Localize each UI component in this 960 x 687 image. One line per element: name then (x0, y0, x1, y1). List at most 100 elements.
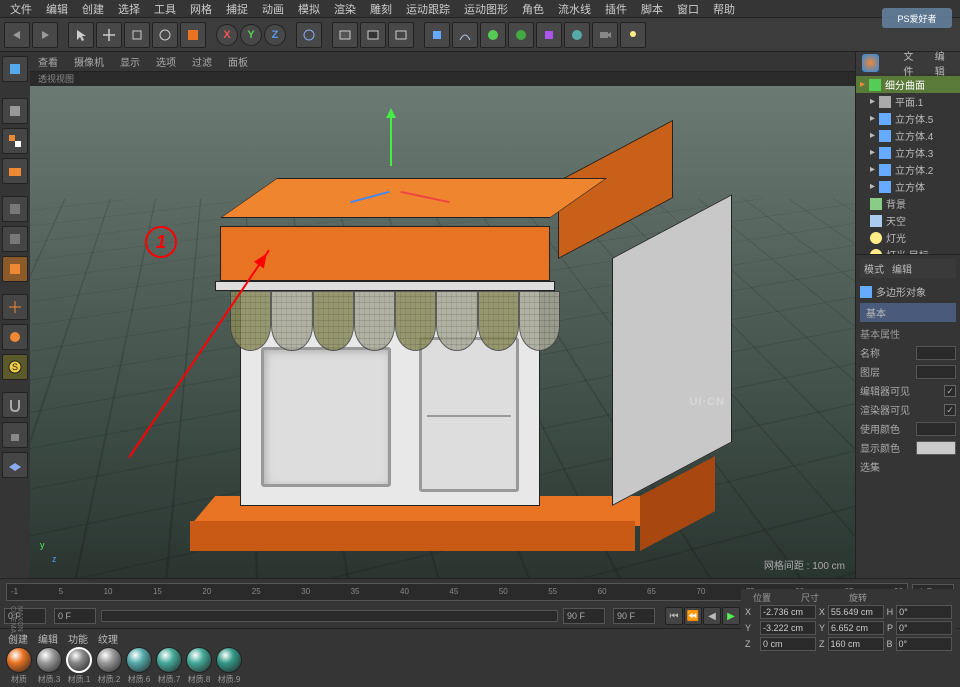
prev-frame-button[interactable]: ◀ (703, 607, 721, 625)
prop-usecolor-field[interactable] (916, 422, 956, 436)
menu-plugins[interactable]: 插件 (605, 1, 627, 17)
material-item[interactable]: 材质.3 (36, 647, 62, 685)
axis-x-toggle[interactable]: X (216, 24, 238, 46)
scale-tool[interactable] (124, 22, 150, 48)
vp-view[interactable]: 查看 (38, 54, 58, 69)
timeline-end-field[interactable]: 90 F (563, 608, 605, 624)
prop-layer-field[interactable] (916, 365, 956, 379)
menu-track[interactable]: 运动跟踪 (406, 1, 450, 17)
tweak-button[interactable] (2, 324, 28, 350)
menu-pipeline[interactable]: 流水线 (558, 1, 591, 17)
material-item[interactable]: 材质.6 (126, 647, 152, 685)
generator-button[interactable] (480, 22, 506, 48)
menu-file[interactable]: 文件 (10, 1, 32, 17)
render-view[interactable] (332, 22, 358, 48)
prop-name-field[interactable] (916, 346, 956, 360)
coord-z-size[interactable]: 160 cm (828, 637, 884, 651)
mat-tab-edit[interactable]: 编辑 (38, 631, 58, 643)
menu-sculpt[interactable]: 雕刻 (370, 1, 392, 17)
menu-script[interactable]: 脚本 (641, 1, 663, 17)
edge-mode[interactable] (2, 226, 28, 252)
material-item[interactable]: 材质.2 (96, 647, 122, 685)
coord-z-pos[interactable]: 0 cm (760, 637, 816, 651)
prop-editvis-check[interactable] (944, 385, 956, 397)
timeline-slider[interactable] (101, 610, 558, 622)
props-tab-edit[interactable]: 编辑 (892, 261, 912, 276)
magnet-button[interactable] (2, 392, 28, 418)
polygon-mode[interactable] (2, 256, 28, 282)
viewport-3d[interactable]: 1 yz 网格间距 : 100 cm UI·CN (30, 86, 855, 578)
props-tab-mode[interactable]: 模式 (864, 261, 884, 276)
menu-character[interactable]: 角色 (522, 1, 544, 17)
xyz-icon[interactable] (862, 54, 879, 72)
hierarchy-item[interactable]: ▸立方体 (856, 178, 960, 195)
menu-help[interactable]: 帮助 (713, 1, 735, 17)
mat-tab-function[interactable]: 功能 (68, 631, 88, 643)
hierarchy-item[interactable]: 背景 (856, 195, 960, 212)
play-button[interactable]: ▶ (722, 607, 740, 625)
snap-button[interactable]: S (2, 354, 28, 380)
material-item[interactable]: 材质.1 (66, 647, 92, 685)
coord-x-pos[interactable]: -2.736 cm (760, 605, 816, 619)
vp-display[interactable]: 显示 (120, 54, 140, 69)
vp-camera[interactable]: 摄像机 (74, 54, 104, 69)
material-item[interactable]: 材质.9 (216, 647, 242, 685)
timeline-current-field[interactable]: 0 F (54, 608, 96, 624)
light-button[interactable] (620, 22, 646, 48)
menu-create[interactable]: 创建 (82, 1, 104, 17)
deformer-button[interactable] (536, 22, 562, 48)
lastused-tool[interactable] (180, 22, 206, 48)
editable-button[interactable] (2, 56, 28, 82)
menu-tools[interactable]: 工具 (154, 1, 176, 17)
redo-button[interactable] (32, 22, 58, 48)
workplane-button[interactable] (2, 452, 28, 478)
vp-options[interactable]: 选项 (156, 54, 176, 69)
hierarchy-item[interactable]: ▸立方体.4 (856, 127, 960, 144)
object-hierarchy[interactable]: ▸细分曲面 ▸平面.1 ▸立方体.5 ▸立方体.4 ▸立方体.3 ▸立方体.2 … (856, 74, 960, 254)
vp-panel[interactable]: 面板 (228, 54, 248, 69)
menu-render[interactable]: 渲染 (334, 1, 356, 17)
hierarchy-item[interactable]: 灯光.目标 (856, 246, 960, 254)
axis-y-toggle[interactable]: Y (240, 24, 262, 46)
coord-p-rot[interactable]: 0° (896, 621, 952, 635)
coord-b-rot[interactable]: 0° (896, 637, 952, 651)
hierarchy-item[interactable]: ▸立方体.3 (856, 144, 960, 161)
menu-snap[interactable]: 捕捉 (226, 1, 248, 17)
prop-dispcolor-field[interactable] (916, 441, 956, 455)
spline-tool[interactable] (452, 22, 478, 48)
menu-mograph[interactable]: 运动图形 (464, 1, 508, 17)
hierarchy-item[interactable]: 天空 (856, 212, 960, 229)
model-mode[interactable] (2, 98, 28, 124)
hierarchy-item[interactable]: ▸细分曲面 (856, 76, 960, 93)
hierarchy-item[interactable]: ▸立方体.5 (856, 110, 960, 127)
coord-y-size[interactable]: 6.652 cm (828, 621, 884, 635)
menu-edit[interactable]: 编辑 (46, 1, 68, 17)
hierarchy-item[interactable]: 灯光 (856, 229, 960, 246)
move-tool[interactable] (96, 22, 122, 48)
workplane-mode[interactable] (2, 158, 28, 184)
material-item[interactable]: 材质.7 (156, 647, 182, 685)
props-tab-basic[interactable]: 基本 (860, 303, 956, 322)
coord-y-pos[interactable]: -3.222 cm (760, 621, 816, 635)
texture-mode[interactable] (2, 128, 28, 154)
generator2-button[interactable] (508, 22, 534, 48)
prev-key-button[interactable]: ⏪ (684, 607, 702, 625)
menu-window[interactable]: 窗口 (677, 1, 699, 17)
hierarchy-item[interactable]: ▸立方体.2 (856, 161, 960, 178)
vp-filter[interactable]: 过滤 (192, 54, 212, 69)
goto-start-button[interactable]: ⏮ (665, 607, 683, 625)
timeline-end2-field[interactable]: 90 F (613, 608, 655, 624)
render-settings[interactable] (388, 22, 414, 48)
axis-z-toggle[interactable]: Z (264, 24, 286, 46)
menu-select[interactable]: 选择 (118, 1, 140, 17)
render-region[interactable] (360, 22, 386, 48)
hierarchy-item[interactable]: ▸平面.1 (856, 93, 960, 110)
material-item[interactable]: 材质.8 (186, 647, 212, 685)
primitive-cube[interactable] (424, 22, 450, 48)
environment-button[interactable] (564, 22, 590, 48)
mat-tab-texture[interactable]: 纹理 (98, 631, 118, 643)
menu-animate[interactable]: 动画 (262, 1, 284, 17)
coord-x-size[interactable]: 55.649 cm (828, 605, 884, 619)
coord-system[interactable] (296, 22, 322, 48)
undo-button[interactable] (4, 22, 30, 48)
